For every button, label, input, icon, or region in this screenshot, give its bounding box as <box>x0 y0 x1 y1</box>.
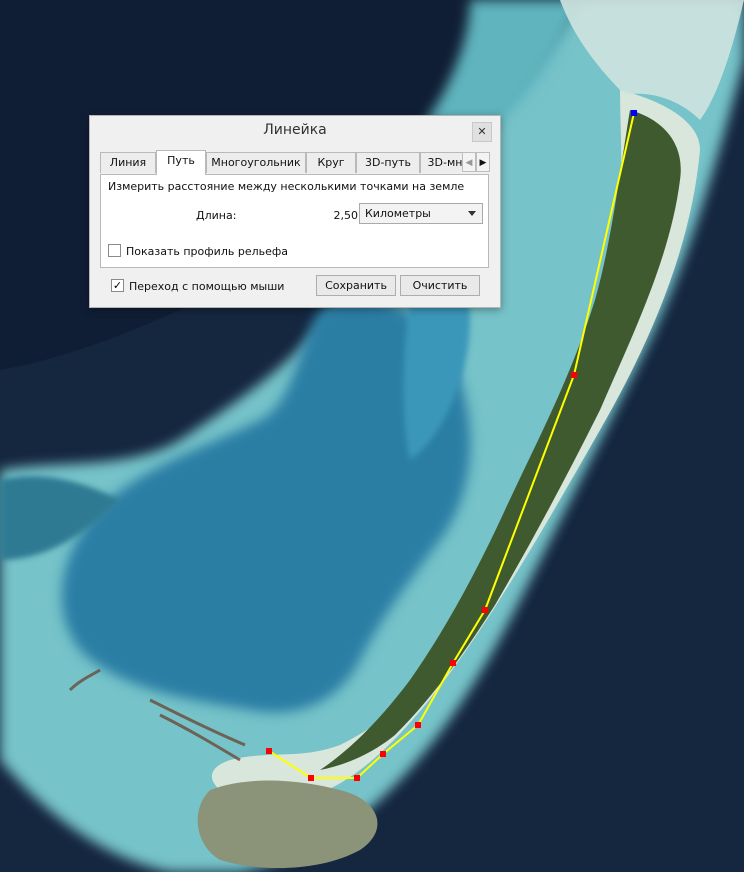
close-icon: ✕ <box>477 125 487 138</box>
path-point[interactable] <box>571 372 577 378</box>
chevron-down-icon <box>468 211 476 216</box>
ruler-dialog: Линейка ✕ Линия Путь Многоугольник Круг … <box>89 115 501 308</box>
path-point[interactable] <box>450 660 456 666</box>
chevron-left-icon: ◀ <box>465 158 473 168</box>
unit-select[interactable]: Километры <box>359 203 483 224</box>
terrain-profile-checkbox[interactable] <box>108 244 121 257</box>
path-point[interactable] <box>308 775 314 781</box>
path-point[interactable] <box>354 775 360 781</box>
checkmark-icon: ✓ <box>112 279 123 292</box>
close-button[interactable]: ✕ <box>472 122 492 142</box>
mouse-navigation-checkbox[interactable]: ✓ <box>111 279 124 292</box>
tab-polygon[interactable]: Многоугольник <box>206 152 306 173</box>
tab-circle[interactable]: Круг <box>306 152 356 173</box>
path-point[interactable] <box>266 748 272 754</box>
path-point[interactable] <box>482 607 488 613</box>
mouse-navigation-label: Переход с помощью мыши <box>129 280 285 293</box>
length-label: Длина: <box>196 209 237 222</box>
clear-button[interactable]: Очистить <box>400 275 480 296</box>
unit-select-value: Километры <box>365 207 431 220</box>
path-point[interactable] <box>380 751 386 757</box>
terrain-profile-label: Показать профиль рельефа <box>126 245 289 258</box>
path-start-point[interactable] <box>631 110 637 116</box>
length-value: 2,50 <box>333 209 359 222</box>
tab-panel-path: Измерить расстояние между несколькими то… <box>100 174 489 268</box>
tab-line[interactable]: Линия <box>100 152 156 173</box>
path-description: Измерить расстояние между несколькими то… <box>108 180 465 193</box>
tab-path[interactable]: Путь <box>156 150 206 175</box>
save-button[interactable]: Сохранить <box>316 275 396 296</box>
title-bar[interactable]: Линейка ✕ <box>90 116 500 146</box>
tab-bar: Линия Путь Многоугольник Круг 3D-путь 3D… <box>100 150 490 175</box>
tab-3d-path[interactable]: 3D-путь <box>356 152 420 173</box>
chevron-right-icon: ▶ <box>479 158 487 168</box>
path-point[interactable] <box>415 722 421 728</box>
tab-3d-polygon[interactable]: 3D-мн <box>420 152 462 173</box>
dialog-title: Линейка <box>263 122 327 138</box>
tab-scroll-right-button[interactable]: ▶ <box>476 152 490 172</box>
tab-scroll-left-button[interactable]: ◀ <box>462 152 476 172</box>
